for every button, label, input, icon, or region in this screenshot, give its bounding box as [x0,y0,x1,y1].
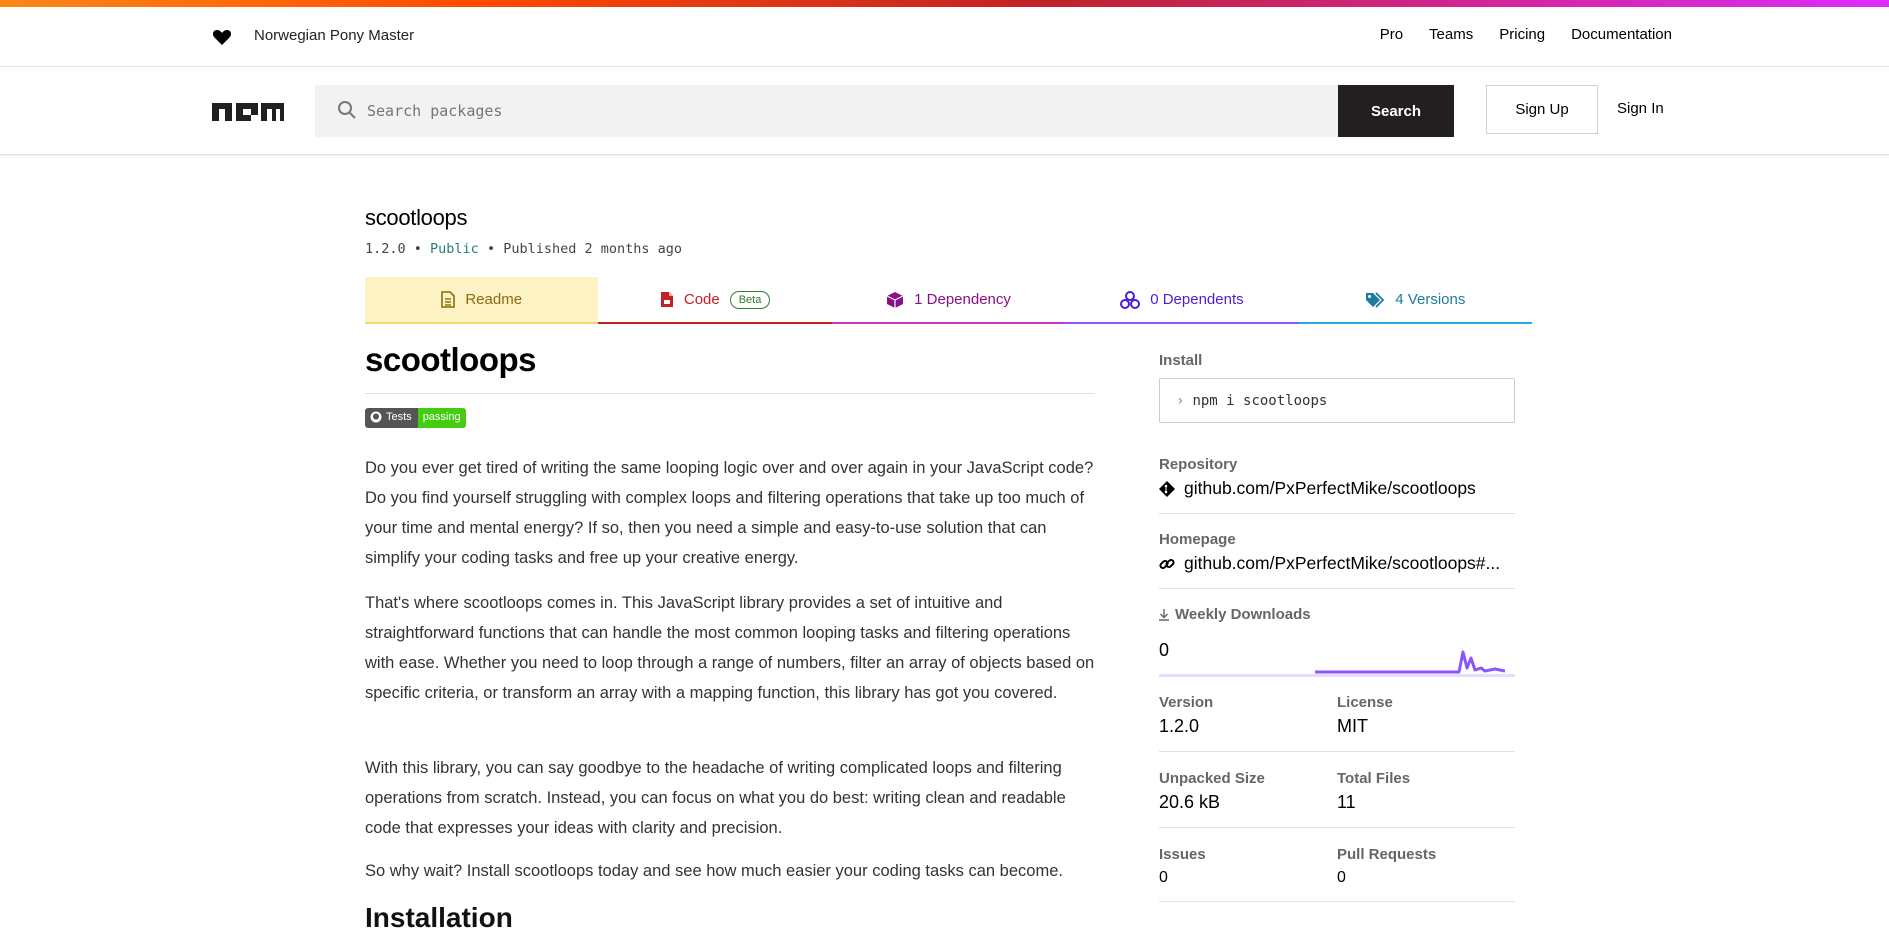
tab-versions[interactable]: 4 Versions [1298,277,1533,324]
prompt-icon: › [1176,392,1185,409]
badge-label: Tests [386,411,412,423]
npm-logo[interactable] [212,100,284,121]
downloads-section: Weekly Downloads 0 [1159,606,1515,680]
weekly-downloads-label: Weekly Downloads [1159,606,1515,623]
package-name: scootloops [365,205,468,230]
tab-dependency-label: 1 Dependency [914,291,1011,308]
issues-value[interactable]: 0 [1159,869,1337,887]
link-icon [1159,558,1175,569]
search-box [315,85,1338,137]
homepage-label: Homepage [1159,531,1236,548]
package-published: Published 2 months ago [503,241,683,257]
search-button[interactable]: Search [1338,85,1454,137]
heart-icon[interactable] [212,27,232,47]
repository-label: Repository [1159,456,1238,473]
boxes-icon [1120,290,1141,309]
package-version: 1.2.0 [365,241,406,257]
total-files-value: 11 [1337,792,1356,812]
git-icon [1159,480,1175,497]
downloads-sparkline [1159,650,1515,677]
tab-dependents-label: 0 Dependents [1150,291,1244,308]
readme-paragraph: Do you ever get tired of writing the sam… [365,459,1094,567]
main-header: Search Sign Up Sign In [0,67,1889,155]
install-section: Install › npm i scootloops [1159,352,1515,423]
tab-dependency[interactable]: 1 Dependency [831,277,1066,324]
readme-paragraph: So why wait? Install scootloops today an… [365,862,1063,880]
readme-paragraph: That's where scootloops comes in. This J… [365,594,1095,702]
search-input[interactable] [367,85,1307,137]
tab-code[interactable]: Code Beta [598,277,832,324]
unpacked-size-value: 20.6 kB [1159,792,1221,812]
code-file-icon [660,292,673,307]
signin-link[interactable]: Sign In [1617,100,1664,117]
tab-dependents[interactable]: 0 Dependents [1065,277,1299,324]
total-files-label: Total Files [1337,770,1411,787]
size-files-row: Unpacked Size 20.6 kB Total Files 11 [1159,770,1515,828]
badge-status: passing [417,408,466,428]
download-icon [1159,608,1169,621]
package-tabs: Readme Code Beta 1 Dependency 0 Dependen… [365,277,1533,324]
install-command: npm i scootloops [1192,392,1328,409]
install-label: Install [1159,352,1203,369]
license-value: MIT [1337,716,1368,736]
tab-readme-label: Readme [465,291,523,308]
nav-pricing[interactable]: Pricing [1499,26,1545,43]
repository-section: Repository github.com/PxPerfectMike/scoo… [1159,456,1515,514]
install-command-box[interactable]: › npm i scootloops [1159,378,1515,423]
readme-title: scootloops [365,341,1095,394]
document-icon [441,291,456,308]
issues-prs-row: Issues 0 Pull Requests 0 [1159,846,1515,902]
github-icon [370,411,382,423]
tab-code-label: Code [683,291,720,308]
package-sidebar: Install › npm i scootloops Repository gi… [1159,352,1515,902]
homepage-section: Homepage github.com/PxPerfectMike/scootl… [1159,531,1515,589]
search-icon [338,101,356,119]
package-visibility: Public [430,241,479,257]
version-label: Version [1159,694,1214,711]
readme-paragraph: With this library, you can say goodbye t… [365,759,1066,837]
unpacked-size-label: Unpacked Size [1159,770,1265,787]
top-gradient-bar [0,0,1889,7]
tags-icon [1366,291,1385,308]
tab-versions-label: 4 Versions [1395,291,1466,308]
license-label: License [1337,694,1393,711]
homepage-link[interactable]: github.com/PxPerfectMike/scootloops#... [1159,553,1515,574]
pull-requests-value[interactable]: 0 [1337,869,1515,887]
tests-badge[interactable]: Tests passing [365,408,466,428]
pull-requests-label: Pull Requests [1337,846,1437,863]
installation-heading: Installation [365,902,513,933]
nav-teams[interactable]: Teams [1429,26,1473,43]
signup-button[interactable]: Sign Up [1486,85,1598,134]
tab-readme[interactable]: Readme [365,277,599,324]
box-icon [886,291,904,308]
repository-link[interactable]: github.com/PxPerfectMike/scootloops [1159,478,1515,499]
nav-pro[interactable]: Pro [1380,26,1403,43]
repository-url: github.com/PxPerfectMike/scootloops [1184,478,1476,498]
package-meta: 1.2.0 • Public • Published 2 months ago [365,241,683,257]
version-license-row: Version 1.2.0 License MIT [1159,694,1515,752]
homepage-url: github.com/PxPerfectMike/scootloops#... [1184,553,1501,573]
tagline[interactable]: Norwegian Pony Master [254,27,414,44]
beta-badge: Beta [729,290,771,309]
top-bar: Norwegian Pony Master Pro Teams Pricing … [0,7,1889,67]
version-value: 1.2.0 [1159,716,1200,736]
issues-label: Issues [1159,846,1206,863]
top-nav: Pro Teams Pricing Documentation [1380,26,1672,43]
nav-documentation[interactable]: Documentation [1571,26,1672,43]
